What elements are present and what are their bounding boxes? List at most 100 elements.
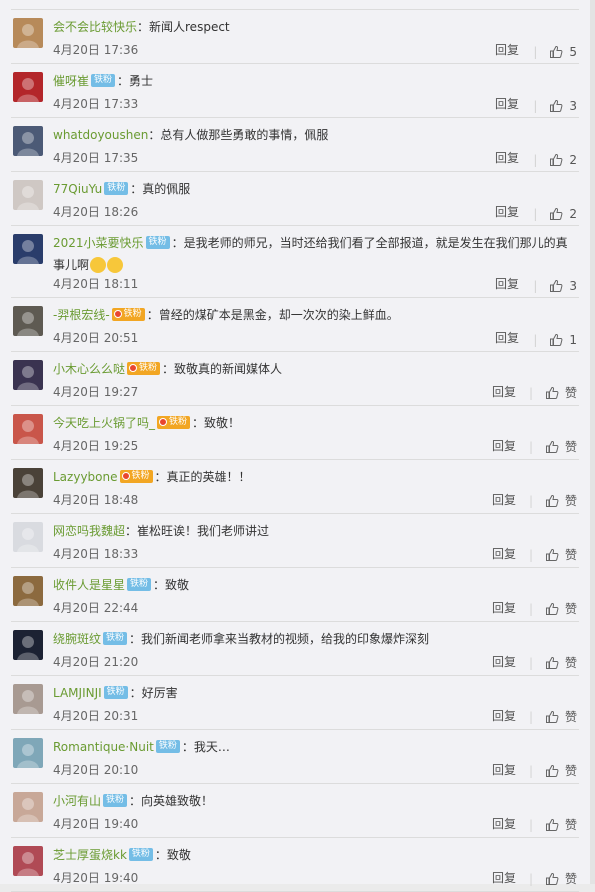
reply-button[interactable]: 回复 — [495, 275, 519, 292]
divider: | — [528, 655, 533, 670]
reply-button[interactable]: 回复 — [492, 491, 516, 508]
comment-text-line: 会不会比较快乐：新闻人respect — [53, 16, 573, 38]
reply-button[interactable]: 回复 — [492, 437, 516, 454]
reply-button[interactable]: 回复 — [492, 653, 516, 670]
thumbs-up-icon — [545, 764, 559, 777]
avatar[interactable] — [13, 414, 43, 444]
comment-text-line: LAMJINJI 铁粉 ：好厉害 — [53, 682, 573, 704]
divider: | — [528, 493, 533, 508]
comment-item: 2021小菜要快乐 铁粉 ：是我老师的师兄，当时还给我们看了全部报道，就是发生在我们… — [11, 226, 579, 298]
comment-text-line: 2021小菜要快乐 铁粉 ：是我老师的师兄，当时还给我们看了全部报道，就是发生在我们… — [53, 232, 573, 276]
avatar[interactable] — [13, 306, 43, 336]
comment-text-line: 芝士厚蛋烧kk 铁粉 ：致敬 — [53, 844, 573, 866]
user-name-link[interactable]: -羿根宏线- — [53, 308, 110, 322]
reply-button[interactable]: 回复 — [492, 545, 516, 562]
avatar[interactable] — [13, 72, 43, 102]
comment-body: ：致敬 — [153, 578, 190, 592]
avatar[interactable] — [13, 576, 43, 606]
like-count: 3 — [569, 279, 577, 293]
avatar[interactable] — [13, 126, 43, 156]
reply-button[interactable]: 回复 — [492, 815, 516, 832]
thumbs-up-icon — [550, 279, 563, 292]
comment-item: 今天吃上火锅了吗_ 铁粉 ：致敬！ 4月20日 19:25 回复 | 赞 — [11, 406, 579, 460]
avatar[interactable] — [13, 180, 43, 210]
avatar[interactable] — [13, 468, 43, 498]
comment-text-line: 绕腕斑纹 铁粉 ：我们新闻老师拿来当教材的视频，给我的印象爆炸深刻 — [53, 628, 573, 650]
user-name-link[interactable]: 小木心么么哒 — [53, 362, 125, 376]
thumbs-up-icon — [550, 153, 563, 166]
user-name-link[interactable]: whatdoyoushen — [53, 128, 148, 142]
like-button[interactable]: | 3 — [533, 99, 577, 113]
avatar[interactable] — [13, 630, 43, 660]
user-name-link[interactable]: 会不会比较快乐 — [53, 20, 137, 34]
like-button[interactable]: | 赞 — [529, 654, 577, 671]
reply-button[interactable]: 回复 — [495, 203, 519, 220]
avatar[interactable] — [13, 18, 43, 48]
like-button[interactable]: | 2 — [533, 153, 577, 167]
like-count: 1 — [569, 333, 577, 347]
user-name-link[interactable]: LAMJINJI — [53, 686, 102, 700]
page-scrollbar-track[interactable] — [590, 0, 595, 884]
comment-time: 4月20日 20:10 — [53, 763, 139, 777]
like-button[interactable]: | 赞 — [529, 708, 577, 725]
reply-button[interactable]: 回复 — [492, 707, 516, 724]
user-name-link[interactable]: 77QiuYu — [53, 182, 102, 196]
divider: | — [533, 279, 538, 293]
user-name-link[interactable]: 今天吃上火锅了吗_ — [53, 416, 155, 430]
comment-time: 4月20日 17:36 — [53, 43, 139, 57]
comment-text-line: Romantique·Nuit 铁粉 ：我天… — [53, 736, 573, 758]
reply-button[interactable]: 回复 — [495, 95, 519, 112]
avatar[interactable] — [13, 792, 43, 822]
comment-body: ：崔松旺诶！我们老师讲过 — [125, 524, 270, 538]
reply-button[interactable]: 回复 — [492, 761, 516, 778]
fan-badge: 铁粉 — [155, 740, 180, 753]
reply-button[interactable]: 回复 — [495, 329, 519, 346]
reply-button[interactable]: 回复 — [492, 383, 516, 400]
comment-item: LAMJINJI 铁粉 ：好厉害 4月20日 20:31 回复 | 赞 — [11, 676, 579, 730]
divider: | — [533, 99, 538, 113]
reply-button[interactable]: 回复 — [492, 599, 516, 616]
like-count: 赞 — [564, 710, 577, 724]
reply-button[interactable]: 回复 — [495, 149, 519, 166]
avatar[interactable] — [13, 738, 43, 768]
like-count: 赞 — [564, 602, 577, 616]
like-count: 5 — [569, 45, 577, 59]
like-button[interactable]: | 2 — [533, 207, 577, 221]
divider: | — [528, 871, 533, 886]
reply-button[interactable]: 回复 — [492, 869, 516, 886]
user-name-link[interactable]: 收件人是星星 — [53, 578, 125, 592]
user-name-link[interactable]: 催呀崔 — [53, 74, 89, 88]
fan-badge: 铁粉 — [103, 686, 128, 699]
comment-text-line: 77QiuYu 铁粉 ：真的佩服 — [53, 178, 573, 200]
fan-badge: 铁粉 — [91, 74, 116, 87]
previous-item-edge — [0, 0, 590, 10]
avatar[interactable] — [13, 234, 43, 264]
user-name-link[interactable]: 绕腕斑纹 — [53, 632, 101, 646]
like-button[interactable]: | 赞 — [529, 816, 577, 833]
like-button[interactable]: | 3 — [533, 279, 577, 293]
reply-button[interactable]: 回复 — [495, 41, 519, 58]
like-button[interactable]: | 1 — [533, 333, 577, 347]
user-name-link[interactable]: Romantique·Nuit — [53, 740, 154, 754]
like-button[interactable]: | 赞 — [529, 870, 577, 887]
user-name-link[interactable]: 小河有山 — [53, 794, 101, 808]
like-button[interactable]: | 赞 — [529, 546, 577, 563]
like-button[interactable]: | 赞 — [529, 492, 577, 509]
like-button[interactable]: | 赞 — [529, 762, 577, 779]
user-name-link[interactable]: 网恋吗我魏超 — [53, 524, 125, 538]
user-name-link[interactable]: 芝士厚蛋烧kk — [53, 848, 127, 862]
avatar[interactable] — [13, 684, 43, 714]
comment-item: 绕腕斑纹 铁粉 ：我们新闻老师拿来当教材的视频，给我的印象爆炸深刻 4月20日 21… — [11, 622, 579, 676]
avatar[interactable] — [13, 360, 43, 390]
thumbs-up-icon — [545, 440, 559, 453]
user-name-link[interactable]: 2021小菜要快乐 — [53, 236, 144, 250]
thumbs-up-icon — [550, 207, 563, 220]
like-button[interactable]: | 赞 — [529, 384, 577, 401]
like-button[interactable]: | 赞 — [529, 600, 577, 617]
avatar[interactable] — [13, 846, 43, 876]
comment-body: ：好厉害 — [129, 686, 178, 700]
user-name-link[interactable]: Lazyybone — [53, 470, 118, 484]
like-button[interactable]: | 赞 — [529, 438, 577, 455]
avatar[interactable] — [13, 522, 43, 552]
like-button[interactable]: | 5 — [533, 45, 577, 59]
